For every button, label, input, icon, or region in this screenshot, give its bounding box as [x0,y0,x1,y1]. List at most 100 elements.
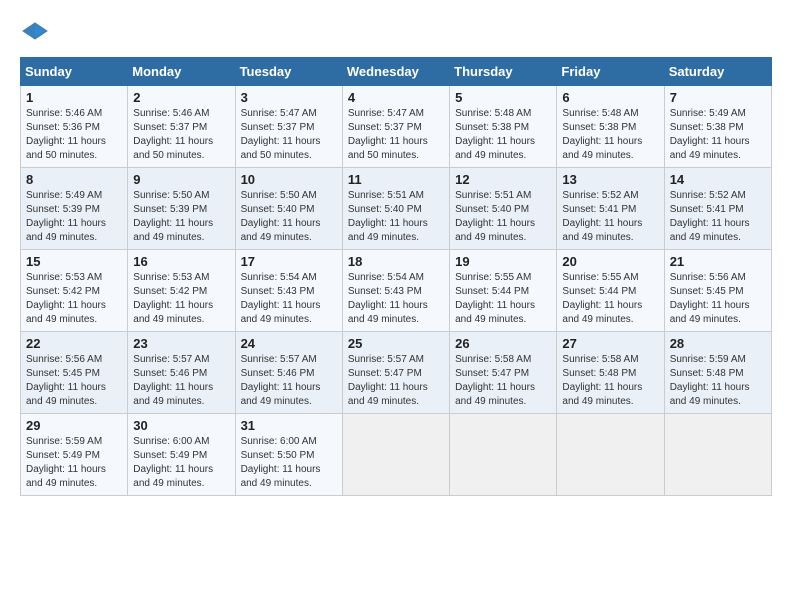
day-info: Sunrise: 5:47 AMSunset: 5:37 PMDaylight:… [348,108,428,161]
day-number: 6 [562,90,658,105]
day-info: Sunrise: 5:49 AMSunset: 5:39 PMDaylight:… [26,190,106,243]
day-info: Sunrise: 5:54 AMSunset: 5:43 PMDaylight:… [241,272,321,325]
day-number: 25 [348,336,444,351]
day-info: Sunrise: 5:59 AMSunset: 5:48 PMDaylight:… [670,354,750,407]
day-number: 8 [26,172,122,187]
logo [20,20,54,41]
calendar-table: SundayMondayTuesdayWednesdayThursdayFrid… [20,57,772,496]
calendar-cell [342,414,449,496]
day-number: 10 [241,172,337,187]
calendar-cell: 3 Sunrise: 5:47 AMSunset: 5:37 PMDayligh… [235,86,342,168]
calendar-cell: 12 Sunrise: 5:51 AMSunset: 5:40 PMDaylig… [450,168,557,250]
calendar-cell: 22 Sunrise: 5:56 AMSunset: 5:45 PMDaylig… [21,332,128,414]
day-number: 30 [133,418,229,433]
day-info: Sunrise: 5:57 AMSunset: 5:47 PMDaylight:… [348,354,428,407]
day-number: 4 [348,90,444,105]
calendar-cell: 29 Sunrise: 5:59 AMSunset: 5:49 PMDaylig… [21,414,128,496]
day-info: Sunrise: 5:57 AMSunset: 5:46 PMDaylight:… [241,354,321,407]
day-info: Sunrise: 5:48 AMSunset: 5:38 PMDaylight:… [562,108,642,161]
header-thursday: Thursday [450,58,557,86]
calendar-cell: 30 Sunrise: 6:00 AMSunset: 5:49 PMDaylig… [128,414,235,496]
calendar-cell: 10 Sunrise: 5:50 AMSunset: 5:40 PMDaylig… [235,168,342,250]
calendar-header-row: SundayMondayTuesdayWednesdayThursdayFrid… [21,58,772,86]
day-info: Sunrise: 5:53 AMSunset: 5:42 PMDaylight:… [26,272,106,325]
day-info: Sunrise: 5:48 AMSunset: 5:38 PMDaylight:… [455,108,535,161]
day-number: 12 [455,172,551,187]
day-number: 19 [455,254,551,269]
header-tuesday: Tuesday [235,58,342,86]
calendar-cell: 8 Sunrise: 5:49 AMSunset: 5:39 PMDayligh… [21,168,128,250]
calendar-cell: 7 Sunrise: 5:49 AMSunset: 5:38 PMDayligh… [664,86,771,168]
day-info: Sunrise: 5:54 AMSunset: 5:43 PMDaylight:… [348,272,428,325]
day-number: 31 [241,418,337,433]
header-monday: Monday [128,58,235,86]
calendar-cell: 28 Sunrise: 5:59 AMSunset: 5:48 PMDaylig… [664,332,771,414]
calendar-cell: 2 Sunrise: 5:46 AMSunset: 5:37 PMDayligh… [128,86,235,168]
calendar-cell: 17 Sunrise: 5:54 AMSunset: 5:43 PMDaylig… [235,250,342,332]
day-info: Sunrise: 5:55 AMSunset: 5:44 PMDaylight:… [562,272,642,325]
day-info: Sunrise: 5:56 AMSunset: 5:45 PMDaylight:… [670,272,750,325]
day-number: 23 [133,336,229,351]
day-info: Sunrise: 6:00 AMSunset: 5:49 PMDaylight:… [133,436,213,489]
calendar-cell: 21 Sunrise: 5:56 AMSunset: 5:45 PMDaylig… [664,250,771,332]
day-info: Sunrise: 5:47 AMSunset: 5:37 PMDaylight:… [241,108,321,161]
calendar-week-3: 15 Sunrise: 5:53 AMSunset: 5:42 PMDaylig… [21,250,772,332]
day-number: 21 [670,254,766,269]
day-info: Sunrise: 5:58 AMSunset: 5:48 PMDaylight:… [562,354,642,407]
calendar-cell: 24 Sunrise: 5:57 AMSunset: 5:46 PMDaylig… [235,332,342,414]
day-info: Sunrise: 5:49 AMSunset: 5:38 PMDaylight:… [670,108,750,161]
day-number: 29 [26,418,122,433]
day-number: 9 [133,172,229,187]
calendar-cell: 9 Sunrise: 5:50 AMSunset: 5:39 PMDayligh… [128,168,235,250]
day-number: 27 [562,336,658,351]
day-number: 18 [348,254,444,269]
day-number: 1 [26,90,122,105]
page-header [20,20,772,41]
day-info: Sunrise: 5:52 AMSunset: 5:41 PMDaylight:… [670,190,750,243]
day-number: 5 [455,90,551,105]
calendar-cell: 16 Sunrise: 5:53 AMSunset: 5:42 PMDaylig… [128,250,235,332]
day-info: Sunrise: 5:52 AMSunset: 5:41 PMDaylight:… [562,190,642,243]
day-number: 15 [26,254,122,269]
calendar-cell: 11 Sunrise: 5:51 AMSunset: 5:40 PMDaylig… [342,168,449,250]
day-info: Sunrise: 6:00 AMSunset: 5:50 PMDaylight:… [241,436,321,489]
header-friday: Friday [557,58,664,86]
calendar-cell: 19 Sunrise: 5:55 AMSunset: 5:44 PMDaylig… [450,250,557,332]
day-info: Sunrise: 5:58 AMSunset: 5:47 PMDaylight:… [455,354,535,407]
calendar-cell: 14 Sunrise: 5:52 AMSunset: 5:41 PMDaylig… [664,168,771,250]
calendar-cell: 5 Sunrise: 5:48 AMSunset: 5:38 PMDayligh… [450,86,557,168]
day-info: Sunrise: 5:46 AMSunset: 5:37 PMDaylight:… [133,108,213,161]
day-info: Sunrise: 5:50 AMSunset: 5:39 PMDaylight:… [133,190,213,243]
calendar-week-4: 22 Sunrise: 5:56 AMSunset: 5:45 PMDaylig… [21,332,772,414]
day-number: 26 [455,336,551,351]
day-number: 24 [241,336,337,351]
day-info: Sunrise: 5:56 AMSunset: 5:45 PMDaylight:… [26,354,106,407]
calendar-cell: 26 Sunrise: 5:58 AMSunset: 5:47 PMDaylig… [450,332,557,414]
day-info: Sunrise: 5:53 AMSunset: 5:42 PMDaylight:… [133,272,213,325]
calendar-cell: 20 Sunrise: 5:55 AMSunset: 5:44 PMDaylig… [557,250,664,332]
calendar-week-1: 1 Sunrise: 5:46 AMSunset: 5:36 PMDayligh… [21,86,772,168]
day-number: 20 [562,254,658,269]
logo-icon [20,21,50,41]
calendar-cell: 1 Sunrise: 5:46 AMSunset: 5:36 PMDayligh… [21,86,128,168]
day-info: Sunrise: 5:59 AMSunset: 5:49 PMDaylight:… [26,436,106,489]
day-number: 7 [670,90,766,105]
day-number: 17 [241,254,337,269]
calendar-cell: 6 Sunrise: 5:48 AMSunset: 5:38 PMDayligh… [557,86,664,168]
calendar-cell: 25 Sunrise: 5:57 AMSunset: 5:47 PMDaylig… [342,332,449,414]
calendar-week-2: 8 Sunrise: 5:49 AMSunset: 5:39 PMDayligh… [21,168,772,250]
day-number: 11 [348,172,444,187]
day-number: 13 [562,172,658,187]
day-number: 14 [670,172,766,187]
calendar-cell [664,414,771,496]
day-number: 22 [26,336,122,351]
day-number: 3 [241,90,337,105]
calendar-cell: 18 Sunrise: 5:54 AMSunset: 5:43 PMDaylig… [342,250,449,332]
day-number: 2 [133,90,229,105]
header-sunday: Sunday [21,58,128,86]
header-wednesday: Wednesday [342,58,449,86]
header-saturday: Saturday [664,58,771,86]
calendar-cell: 31 Sunrise: 6:00 AMSunset: 5:50 PMDaylig… [235,414,342,496]
calendar-week-5: 29 Sunrise: 5:59 AMSunset: 5:49 PMDaylig… [21,414,772,496]
calendar-cell: 27 Sunrise: 5:58 AMSunset: 5:48 PMDaylig… [557,332,664,414]
